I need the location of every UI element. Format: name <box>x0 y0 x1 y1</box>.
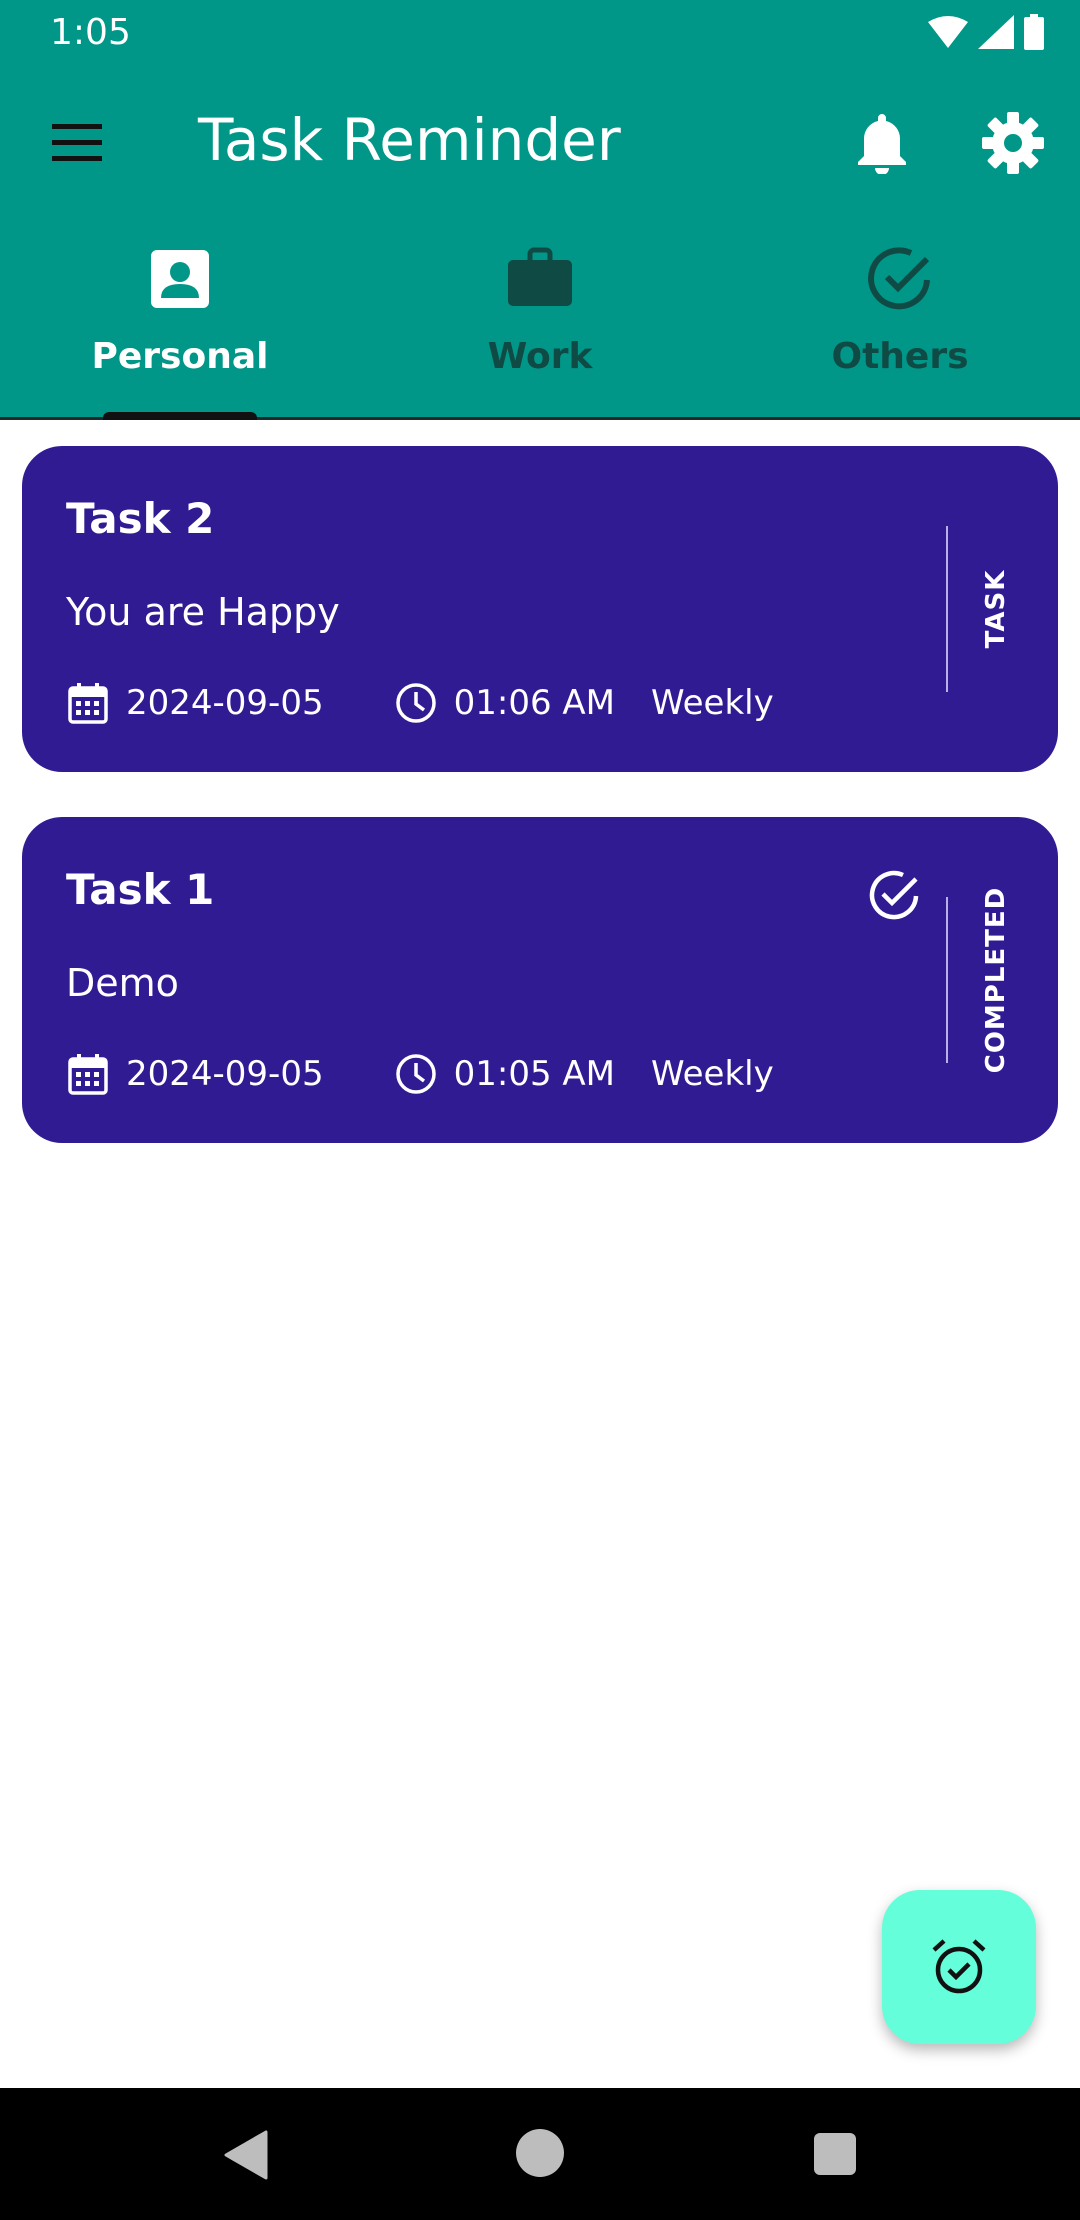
card-divider <box>946 526 948 692</box>
status-time: 1:05 <box>50 12 131 53</box>
task-time: 01:05 AM <box>453 1054 615 1094</box>
clock-icon <box>395 1054 436 1094</box>
calendar-icon <box>68 683 108 724</box>
tab-label: Personal <box>91 336 269 377</box>
task-repeat: Weekly <box>650 1054 774 1094</box>
briefcase-icon <box>508 247 572 306</box>
app-bar: 1:05 Task Reminder Personal Work Others <box>0 0 1080 420</box>
signal-icon <box>978 15 1014 49</box>
calendar-icon <box>68 1054 108 1095</box>
task-description: You are Happy <box>66 590 340 634</box>
tab-bar: Personal Work Others <box>0 230 1080 420</box>
bell-icon[interactable] <box>852 110 912 174</box>
task-status-label: COMPLETED <box>981 886 1011 1074</box>
task-date: 2024-09-05 <box>126 683 324 723</box>
tab-others[interactable]: Others <box>720 230 1080 420</box>
add-reminder-button[interactable] <box>882 1890 1036 2044</box>
status-icons <box>928 14 1044 50</box>
recents-square-icon[interactable] <box>814 2133 856 2175</box>
battery-icon <box>1024 14 1044 50</box>
system-nav-bar <box>0 2088 1080 2220</box>
tab-personal[interactable]: Personal <box>0 230 360 420</box>
task-time: 01:06 AM <box>453 683 615 723</box>
status-bar: 1:05 <box>0 0 1080 70</box>
task-description: Demo <box>66 961 179 1005</box>
task-title: Task 1 <box>66 865 215 914</box>
clock-icon <box>395 683 436 723</box>
task-date: 2024-09-05 <box>126 1054 324 1094</box>
tab-label: Work <box>487 336 593 377</box>
tab-label: Others <box>831 336 969 377</box>
task-card[interactable]: Task 2 You are Happy 2024-09-05 01:06 AM… <box>22 446 1058 772</box>
home-circle-icon[interactable] <box>516 2129 564 2177</box>
wifi-icon <box>928 16 968 48</box>
gear-icon[interactable] <box>980 110 1046 176</box>
card-divider <box>946 897 948 1063</box>
task-card[interactable]: Task 1 Demo 2024-09-05 01:05 AM Weekly C… <box>22 817 1058 1143</box>
check-circle-icon <box>868 247 930 310</box>
alarm-check-icon <box>932 1939 986 1994</box>
task-meta: 2024-09-05 01:06 AM Weekly <box>66 678 774 728</box>
contact-card-icon <box>151 250 209 308</box>
task-status-label: TASK <box>981 569 1011 649</box>
back-triangle-icon[interactable] <box>222 2130 268 2180</box>
task-title: Task 2 <box>66 494 215 543</box>
menu-icon[interactable] <box>44 114 110 170</box>
task-repeat: Weekly <box>650 683 774 723</box>
page-title: Task Reminder <box>198 106 621 174</box>
task-meta: 2024-09-05 01:05 AM Weekly <box>66 1049 774 1099</box>
toolbar: Task Reminder <box>0 70 1080 214</box>
tab-indicator <box>103 412 257 420</box>
tab-work[interactable]: Work <box>360 230 720 420</box>
check-circle-icon[interactable] <box>866 867 922 923</box>
